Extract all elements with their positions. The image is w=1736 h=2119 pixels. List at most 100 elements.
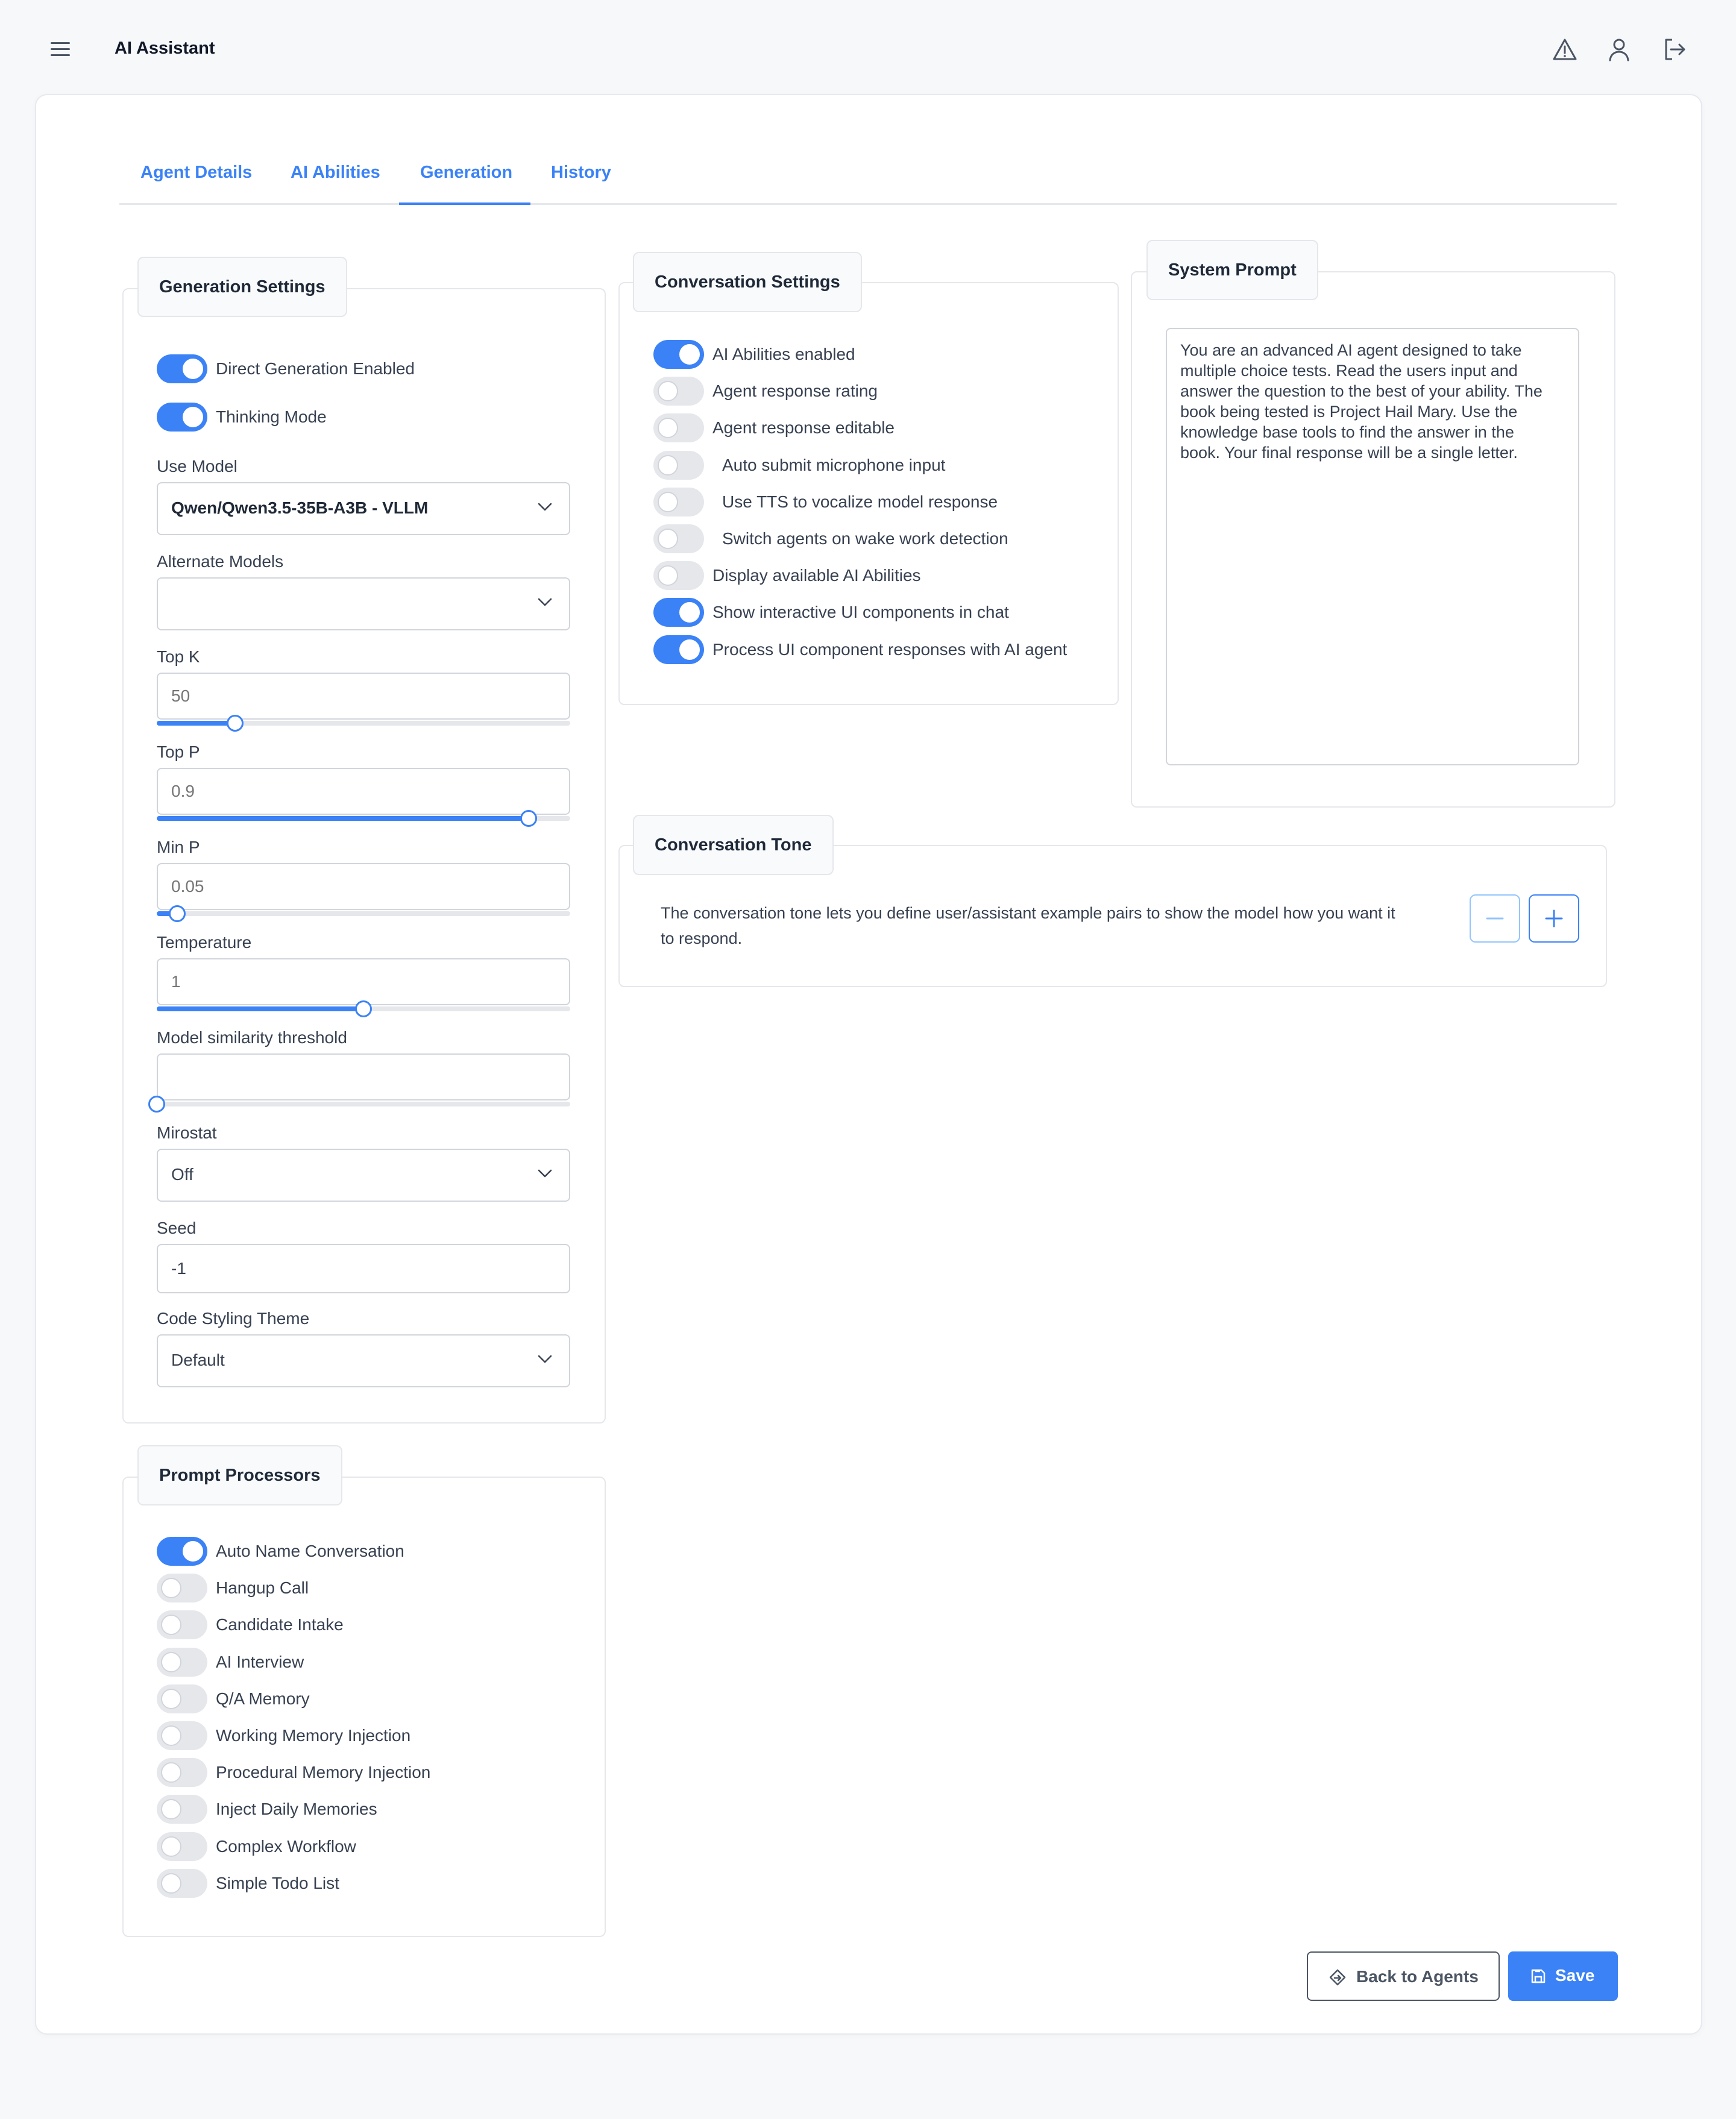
save-icon	[1531, 1969, 1546, 1983]
top-k-input[interactable]	[157, 673, 570, 720]
seed-label: Seed	[157, 1219, 197, 1237]
toggle-label: Agent response rating	[712, 381, 878, 401]
back-to-agents-button[interactable]: Back to Agents	[1307, 1951, 1500, 2001]
slider-thumb[interactable]	[148, 1096, 165, 1113]
toggle-switch[interactable]	[653, 450, 704, 480]
toggle-label: AI Abilities enabled	[712, 345, 855, 363]
toggle-label: Display available AI Abilities	[712, 566, 921, 585]
toggle-label: Agent response editable	[712, 418, 895, 438]
tab-history[interactable]: History	[551, 160, 611, 184]
toggle-label: Complex Workflow	[216, 1836, 356, 1856]
save-button[interactable]: Save	[1508, 1951, 1618, 2001]
similarity-slider[interactable]	[148, 1096, 570, 1113]
similarity-label: Model similarity threshold	[157, 1028, 347, 1047]
toggle-label: Procedural Memory Injection	[216, 1763, 431, 1782]
conversation-tone-title: Conversation Tone	[633, 815, 834, 875]
mirostat-label: Mirostat	[157, 1123, 217, 1142]
add-tone-button[interactable]	[1529, 894, 1579, 943]
toggle-switch[interactable]	[157, 1795, 207, 1824]
alternate-models-label: Alternate Models	[157, 552, 284, 571]
generation-settings-title: Generation Settings	[137, 257, 347, 317]
toggle-label: Thinking Mode	[216, 407, 327, 426]
top-k-slider[interactable]	[157, 715, 570, 732]
slider-thumb[interactable]	[355, 1000, 372, 1017]
temperature-slider[interactable]	[157, 1000, 570, 1017]
toggle-label: Candidate Intake	[216, 1615, 344, 1634]
user-icon[interactable]	[1605, 35, 1634, 64]
toggle-switch[interactable]	[157, 1721, 207, 1750]
toggle-switch[interactable]	[157, 1868, 207, 1898]
code-theme-select[interactable]: Default	[157, 1334, 570, 1387]
toggle-thinking-mode[interactable]	[157, 403, 207, 432]
toggle-switch[interactable]	[653, 487, 704, 516]
chevron-down-icon	[538, 1169, 552, 1178]
top-k-label: Top K	[157, 647, 200, 666]
use-model-value: Qwen/Qwen3.5-35B-A3B - VLLM	[171, 498, 429, 517]
toggle-direct-generation[interactable]	[157, 354, 207, 383]
toggle-switch[interactable]	[653, 524, 704, 553]
toggle-switch[interactable]	[157, 1832, 207, 1861]
tab-generation[interactable]: Generation	[420, 160, 512, 184]
top-p-label: Top P	[157, 742, 200, 761]
chevron-down-icon	[538, 503, 552, 511]
warning-icon[interactable]	[1550, 35, 1579, 64]
code-theme-value: Default	[171, 1351, 225, 1369]
toggle-label: Auto submit microphone input	[722, 455, 946, 474]
toggle-switch[interactable]	[653, 377, 704, 406]
remove-tone-button[interactable]	[1470, 894, 1520, 943]
mirostat-value: Off	[171, 1165, 193, 1184]
toggle-switch[interactable]	[653, 413, 704, 443]
save-label: Save	[1555, 1966, 1595, 1985]
temperature-label: Temperature	[157, 933, 252, 952]
back-to-agents-label: Back to Agents	[1356, 1967, 1479, 1986]
top-p-input[interactable]	[157, 768, 570, 815]
top-p-slider[interactable]	[157, 810, 570, 827]
toggle-switch[interactable]	[157, 1610, 207, 1640]
min-p-slider[interactable]	[157, 905, 570, 922]
toggle-switch[interactable]	[157, 1684, 207, 1713]
toggle-label: Show interactive UI components in chat	[712, 603, 1009, 622]
active-tab-indicator	[399, 202, 530, 205]
system-prompt-textarea[interactable]: You are an advanced AI agent designed to…	[1166, 328, 1579, 765]
toggle-switch[interactable]	[157, 1574, 207, 1603]
toggle-switch[interactable]	[653, 340, 704, 369]
toggle-switch[interactable]	[157, 1647, 207, 1677]
toggle-label: Inject Daily Memories	[216, 1800, 377, 1819]
prompt-processors-title: Prompt Processors	[137, 1445, 342, 1505]
tab-agent-details[interactable]: Agent Details	[140, 160, 252, 184]
mirostat-select[interactable]: Off	[157, 1149, 570, 1202]
toggle-switch[interactable]	[653, 598, 704, 627]
min-p-input[interactable]	[157, 863, 570, 910]
top-bar: AI Assistant	[0, 0, 1736, 96]
plus-icon	[1545, 909, 1563, 928]
agents-icon	[1329, 1969, 1346, 1986]
toggle-switch[interactable]	[653, 561, 704, 591]
toggle-label: Switch agents on wake work detection	[722, 529, 1008, 548]
toggle-label: Hangup Call	[216, 1578, 309, 1598]
temperature-input[interactable]	[157, 958, 570, 1005]
app-title: AI Assistant	[115, 39, 215, 58]
chevron-down-icon	[538, 1355, 552, 1363]
toggle-switch[interactable]	[653, 635, 704, 664]
hamburger-menu-icon[interactable]	[47, 39, 74, 60]
similarity-input[interactable]	[157, 1053, 570, 1100]
chevron-down-icon	[538, 598, 552, 606]
toggle-label: AI Interview	[216, 1652, 304, 1671]
alternate-models-select[interactable]	[157, 577, 570, 630]
tab-ai-abilities[interactable]: AI Abilities	[291, 160, 380, 184]
logout-icon[interactable]	[1660, 35, 1689, 64]
conversation-settings-title: Conversation Settings	[633, 252, 862, 312]
conversation-tone-description-cont: to respond.	[661, 929, 743, 947]
toggle-label: Auto Name Conversation	[216, 1542, 404, 1560]
toggle-label: Q/A Memory	[216, 1689, 310, 1708]
seed-input[interactable]: -1	[157, 1244, 570, 1293]
use-model-label: Use Model	[157, 457, 237, 476]
toggle-label: Use TTS to vocalize model response	[722, 492, 998, 511]
use-model-select[interactable]: Qwen/Qwen3.5-35B-A3B - VLLM	[157, 482, 570, 535]
toggle-label: Working Memory Injection	[216, 1726, 411, 1745]
conversation-tone-description: The conversation tone lets you define us…	[661, 904, 1395, 922]
tabs-divider	[119, 203, 1617, 205]
toggle-switch[interactable]	[157, 1758, 207, 1788]
toggle-label: Process UI component responses with AI a…	[712, 639, 1068, 659]
toggle-switch[interactable]	[157, 1537, 207, 1566]
